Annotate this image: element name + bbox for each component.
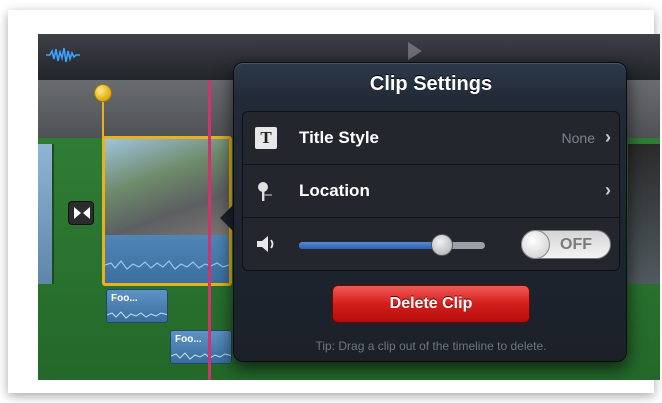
sub-clip-waveform xyxy=(107,311,167,319)
play-marker-icon[interactable] xyxy=(408,42,422,60)
location-label: Location xyxy=(299,181,370,200)
location-row[interactable]: Location › xyxy=(243,165,619,218)
sub-clip-label: Foo... xyxy=(111,293,138,304)
previous-clip[interactable] xyxy=(38,144,54,284)
imovie-screen: Foo... Foo... Clip Settings T Title Styl… xyxy=(38,34,660,380)
toggle-label: OFF xyxy=(560,236,592,253)
volume-slider[interactable] xyxy=(299,234,485,256)
playhead[interactable] xyxy=(208,80,211,380)
delete-clip-button[interactable]: Delete Clip xyxy=(332,285,530,323)
transition-button[interactable] xyxy=(68,201,94,225)
tip-text: Tip: Drag a clip out of the timeline to … xyxy=(315,339,547,353)
audio-sub-clip[interactable]: Foo... xyxy=(170,330,232,364)
location-pin-icon xyxy=(258,182,272,201)
chevron-right-icon: › xyxy=(605,127,611,147)
volume-slider-fill xyxy=(299,242,443,249)
trim-handle-knob[interactable] xyxy=(94,84,112,102)
clip-settings-popover: Clip Settings T Title Style None › Locat… xyxy=(233,62,627,362)
waveform-icon[interactable] xyxy=(46,46,80,64)
selected-clip[interactable] xyxy=(102,136,232,286)
title-style-value: None xyxy=(561,130,595,146)
title-style-row[interactable]: T Title Style None › xyxy=(243,112,619,165)
sub-clip-label: Foo... xyxy=(175,334,202,345)
screenshot-frame: Foo... Foo... Clip Settings T Title Styl… xyxy=(8,10,660,393)
transition-icon xyxy=(74,207,90,219)
settings-list: T Title Style None › Location › OFF xyxy=(242,111,620,271)
chevron-right-icon: › xyxy=(605,180,611,200)
title-style-label: Title Style xyxy=(299,128,379,147)
toggle-knob xyxy=(521,230,550,259)
volume-row: OFF xyxy=(243,218,619,270)
title-style-icon: T xyxy=(255,127,277,149)
next-clip[interactable] xyxy=(628,144,660,284)
sub-clip-waveform xyxy=(171,352,231,360)
popover-arrow xyxy=(220,204,234,232)
audio-sub-clip[interactable]: Foo... xyxy=(106,289,168,323)
popover-title: Clip Settings xyxy=(369,73,493,95)
volume-slider-thumb[interactable] xyxy=(431,234,454,256)
mute-toggle[interactable]: OFF xyxy=(521,230,611,259)
speaker-icon xyxy=(257,236,274,252)
